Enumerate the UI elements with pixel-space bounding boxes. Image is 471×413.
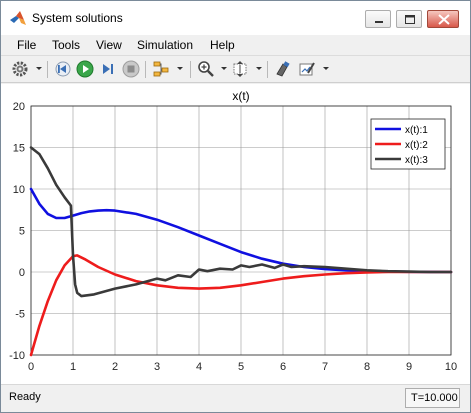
step-back-icon[interactable] — [54, 60, 72, 78]
menu-help[interactable]: Help — [210, 38, 235, 52]
toolbar-divider — [190, 61, 191, 78]
y-tick-label: 5 — [19, 226, 25, 238]
chevron-down-icon[interactable] — [256, 67, 262, 70]
x-tick-label: 10 — [445, 361, 457, 373]
y-tick-label: -10 — [9, 350, 25, 362]
x-tick-label: 3 — [154, 361, 160, 373]
maximize-icon — [405, 15, 415, 24]
status-bar: Ready T=10.000 — [1, 384, 470, 412]
toolbar-divider — [145, 61, 146, 78]
signal-hierarchy-icon[interactable] — [152, 60, 170, 78]
stop-icon[interactable] — [122, 60, 140, 78]
minimize-icon — [375, 21, 383, 23]
y-tick-label: 0 — [19, 267, 25, 279]
chevron-down-icon[interactable] — [36, 67, 42, 70]
toolbar-divider — [267, 61, 268, 78]
menu-bar: File Tools View Simulation Help — [1, 35, 470, 55]
legend-label: x(t):2 — [405, 140, 428, 151]
scope-plot-area: 0 1 2 3 4 5 6 7 8 9 10 -10 -5 0 5 10 15 20 x(t) x(t):1 x(t):… — [1, 84, 470, 384]
y-tick-label: 10 — [13, 184, 25, 196]
matlab-logo-icon — [10, 11, 26, 25]
x-tick-label: 2 — [112, 361, 118, 373]
x-tick-label: 9 — [406, 361, 412, 373]
y-tick-label: 20 — [13, 101, 25, 113]
run-icon[interactable] — [76, 60, 94, 78]
x-tick-label: 7 — [322, 361, 328, 373]
chart-title: x(t) — [232, 89, 249, 103]
y-tick-label: 15 — [13, 143, 25, 155]
title-bar[interactable]: System solutions — [1, 1, 470, 35]
x-tick-label: 1 — [70, 361, 76, 373]
x-tick-label: 5 — [238, 361, 244, 373]
chevron-down-icon[interactable] — [323, 67, 329, 70]
x-tick-label: 0 — [28, 361, 34, 373]
chart: 0 1 2 3 4 5 6 7 8 9 10 -10 -5 0 5 10 15 20 x(t) x(t):1 x(t):… — [9, 89, 457, 373]
simulation-time: T=10.000 — [405, 388, 460, 408]
chevron-down-icon[interactable] — [221, 67, 227, 70]
toolbar — [1, 55, 470, 83]
window-title: System solutions — [32, 11, 123, 25]
style-icon[interactable] — [298, 60, 316, 78]
legend-label: x(t):3 — [405, 155, 428, 166]
highlight-icon[interactable] — [274, 60, 292, 78]
legend-label: x(t):1 — [405, 125, 428, 136]
maximize-button[interactable] — [396, 10, 422, 28]
app-window: System solutions File Tools View Simulat… — [0, 0, 471, 413]
menu-file[interactable]: File — [17, 38, 36, 52]
chevron-down-icon[interactable] — [177, 67, 183, 70]
minimize-button[interactable] — [365, 10, 391, 28]
y-tick-label: -5 — [15, 309, 25, 321]
close-icon — [438, 14, 450, 25]
zoom-icon[interactable] — [197, 60, 215, 78]
status-text: Ready — [9, 391, 41, 403]
autoscale-icon[interactable] — [231, 60, 249, 78]
toolbar-divider — [47, 61, 48, 78]
x-tick-label: 4 — [196, 361, 202, 373]
close-button[interactable] — [427, 10, 459, 28]
gear-icon[interactable] — [11, 60, 29, 78]
menu-tools[interactable]: Tools — [52, 38, 80, 52]
menu-simulation[interactable]: Simulation — [137, 38, 193, 52]
x-tick-label: 6 — [280, 361, 286, 373]
x-tick-label: 8 — [364, 361, 370, 373]
menu-view[interactable]: View — [96, 38, 122, 52]
step-forward-icon[interactable] — [99, 60, 117, 78]
